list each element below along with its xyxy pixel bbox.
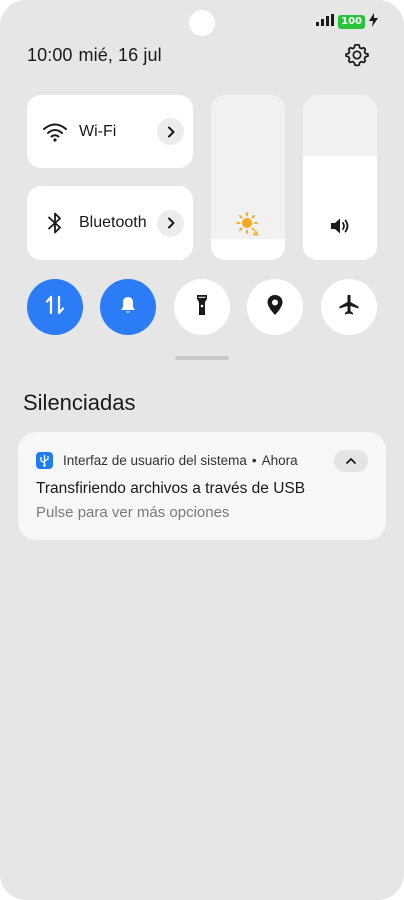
volume-icon — [328, 215, 352, 242]
quick-toggles — [27, 279, 377, 335]
auto-brightness-icon: A — [235, 211, 261, 242]
volume-slider[interactable] — [303, 95, 377, 260]
chevron-right-icon — [167, 217, 174, 229]
battery-indicator: 100 — [338, 15, 365, 29]
wifi-details-button[interactable] — [157, 118, 184, 145]
status-icons: 100 — [316, 12, 378, 32]
usb-icon — [36, 452, 53, 469]
bell-icon — [117, 294, 139, 321]
brightness-slider[interactable]: A — [211, 95, 285, 260]
notification-app-name: Interfaz de usuario del sistema — [63, 453, 247, 468]
gear-icon — [344, 42, 370, 73]
data-transfer-icon — [44, 294, 66, 321]
notification-time: Ahora — [261, 453, 298, 468]
chevron-up-icon — [346, 458, 356, 464]
clock-time: 10:00 — [27, 45, 73, 65]
date-label: mié, 16 jul — [78, 45, 162, 65]
chevron-right-icon — [167, 126, 174, 137]
settings-button[interactable] — [342, 42, 372, 72]
notification-text: Pulse para ver más opciones — [36, 504, 230, 521]
volume-fill — [303, 156, 377, 260]
bluetooth-details-button[interactable] — [157, 209, 184, 237]
bluetooth-label: Bluetooth — [79, 214, 147, 231]
drag-handle[interactable] — [175, 356, 229, 360]
bluetooth-icon — [42, 210, 68, 236]
silenced-section-title: Silenciadas — [23, 390, 136, 415]
wifi-tile[interactable]: Wi-Fi — [27, 95, 193, 168]
date-time: 10:00 mié, 16 jul — [27, 45, 162, 66]
flashlight-toggle[interactable] — [174, 279, 230, 335]
notification-header: Interfaz de usuario del sistema • Ahora — [63, 453, 298, 468]
wifi-label: Wi-Fi — [79, 122, 117, 140]
usb-notification-card[interactable]: Interfaz de usuario del sistema • Ahora … — [18, 432, 386, 540]
bluetooth-tile[interactable]: Bluetooth — [27, 186, 193, 260]
notification-expand-button[interactable] — [334, 450, 368, 472]
location-toggle[interactable] — [247, 279, 303, 335]
wifi-icon — [42, 119, 68, 145]
signal-bars-icon — [316, 13, 335, 31]
flashlight-icon — [191, 293, 213, 322]
front-camera-cutout — [189, 10, 215, 36]
charging-bolt-icon — [369, 12, 378, 32]
sound-toggle[interactable] — [100, 279, 156, 335]
notification-title: Transfiriendo archivos a través de USB — [36, 480, 306, 497]
notification-separator: • — [251, 453, 257, 468]
notification-shade: 100 10:00 mié, 16 jul Wi-Fi Bluetooth A … — [0, 0, 404, 900]
mobile-data-toggle[interactable] — [27, 279, 83, 335]
location-pin-icon — [265, 293, 285, 322]
airplane-icon — [337, 293, 361, 322]
airplane-mode-toggle[interactable] — [321, 279, 377, 335]
svg-text:A: A — [253, 230, 259, 237]
